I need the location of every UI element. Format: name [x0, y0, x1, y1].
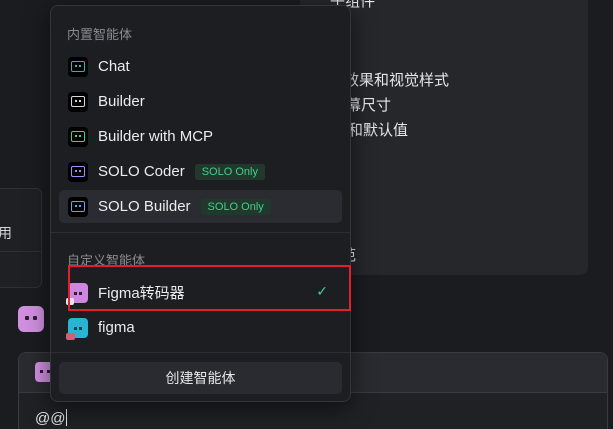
agent-item-figma-transcoder[interactable]: Figma转码器 ✓ [59, 276, 342, 309]
message-line: 和默认值 [348, 122, 409, 139]
solo-only-badge: SOLO Only [194, 163, 265, 180]
agent-item-label: Builder with MCP [98, 128, 214, 145]
agent-item-label: SOLO Builder [98, 198, 191, 215]
figma-agent-icon [66, 317, 88, 340]
message-line: 幕尺寸 [346, 97, 392, 114]
message-line: 效果和视觉样式 [344, 72, 450, 89]
section-divider [51, 352, 350, 353]
agent-item-solo-coder[interactable]: SOLO Coder SOLO Only [59, 155, 342, 188]
builtin-agents-title: 内置智能体 [67, 27, 133, 42]
custom-agents-title: 自定义智能体 [67, 253, 146, 268]
solo-builder-agent-icon [68, 196, 88, 217]
figma-transcoder-agent-icon [66, 282, 88, 305]
agent-item-solo-builder[interactable]: SOLO Builder SOLO Only [59, 190, 342, 223]
agent-item-label: Figma转码器 [98, 285, 185, 302]
agent-picker-dropdown: 内置智能体 Chat Builder Builder with MCP SOLO… [50, 5, 351, 402]
agent-item-figma[interactable]: figma [59, 311, 342, 344]
agent-item-label: Chat [98, 58, 130, 75]
chat-input[interactable]: @@ [35, 409, 68, 427]
solo-coder-agent-icon [68, 161, 88, 182]
agent-item-label: Builder [98, 93, 145, 110]
chat-agent-icon [68, 56, 88, 77]
create-agent-button[interactable]: 创建智能体 [59, 362, 342, 394]
solo-only-badge: SOLO Only [200, 198, 271, 215]
agent-item-label: SOLO Coder [98, 163, 185, 180]
agent-item-builder-mcp[interactable]: Builder with MCP [59, 120, 342, 153]
agent-item-builder[interactable]: Builder [59, 85, 342, 118]
agent-item-chat[interactable]: Chat [59, 50, 342, 83]
builder-mcp-agent-icon [68, 126, 88, 147]
section-divider [51, 232, 350, 233]
agent-item-label: figma [98, 319, 135, 336]
side-popover-text: 用 [0, 225, 12, 241]
check-icon: ✓ [316, 283, 328, 299]
builder-agent-icon [68, 91, 88, 112]
agent-avatar-icon [18, 306, 44, 332]
